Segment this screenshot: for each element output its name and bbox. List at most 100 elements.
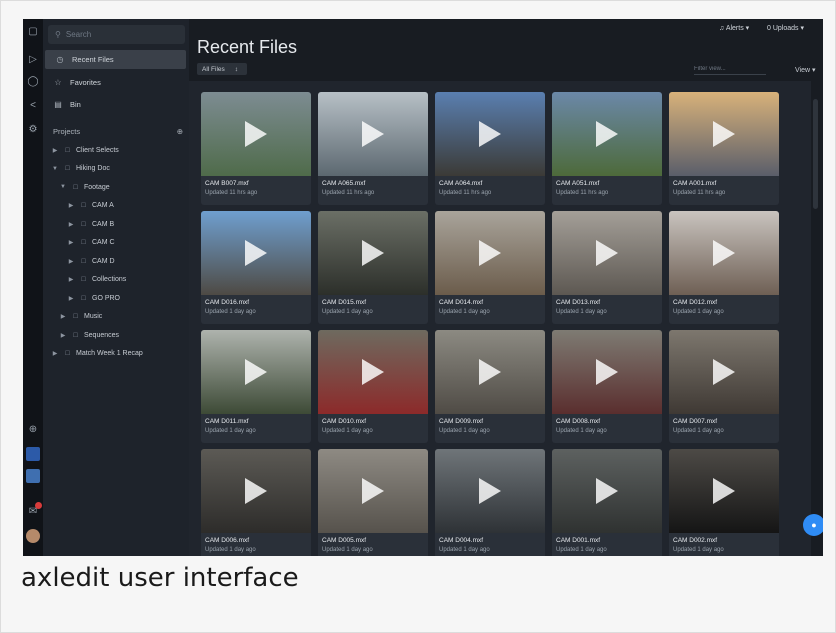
file-card[interactable]: CAM B007.mxf Updated 11 hrs ago [201, 92, 311, 205]
file-card[interactable]: CAM D001.mxf Updated 1 day ago [552, 449, 662, 556]
caret-right-icon[interactable]: ▶ [67, 276, 75, 283]
video-thumbnail[interactable] [552, 449, 662, 533]
uploads-button[interactable]: 0 Uploads ▾ [767, 24, 804, 32]
play-icon[interactable] [479, 240, 501, 266]
caret-right-icon[interactable]: ▶ [67, 239, 75, 246]
video-thumbnail[interactable] [669, 330, 779, 414]
inbox-icon[interactable]: ✉ [26, 502, 42, 519]
avatar[interactable] [26, 529, 40, 543]
tree-item[interactable]: ▶ □ Collections [67, 273, 127, 287]
file-icon[interactable]: ▢ [26, 25, 40, 39]
caret-right-icon[interactable]: ▶ [67, 258, 75, 265]
play-icon[interactable] [362, 121, 384, 147]
scrollbar[interactable] [813, 99, 818, 209]
video-thumbnail[interactable] [201, 449, 311, 533]
video-thumbnail[interactable] [552, 92, 662, 176]
play-icon[interactable] [713, 359, 735, 385]
video-thumbnail[interactable] [669, 211, 779, 295]
nav-item-favorites[interactable]: ☆ Favorites [43, 73, 187, 92]
play-icon[interactable] [713, 240, 735, 266]
tree-item[interactable]: ▶ □ CAM B [67, 217, 114, 231]
tree-item[interactable]: ▼ □ Footage [59, 180, 110, 194]
caret-right-icon[interactable]: ▶ [67, 295, 75, 302]
video-thumbnail[interactable] [435, 330, 545, 414]
video-thumbnail[interactable] [201, 330, 311, 414]
play-icon[interactable] [245, 121, 267, 147]
file-card[interactable]: CAM A001.mxf Updated 11 hrs ago [669, 92, 779, 205]
caret-right-icon[interactable]: ▶ [51, 147, 59, 154]
play-icon[interactable] [479, 359, 501, 385]
chat-support-button[interactable]: ● [803, 514, 823, 536]
play-icon[interactable] [362, 478, 384, 504]
play-icon[interactable] [245, 359, 267, 385]
gear-icon[interactable]: ⚙ [26, 123, 40, 137]
video-thumbnail[interactable] [318, 449, 428, 533]
play-icon[interactable] [362, 240, 384, 266]
file-card[interactable]: CAM A065.mxf Updated 11 hrs ago [318, 92, 428, 205]
tree-item[interactable]: ▶ □ Music [59, 310, 103, 324]
file-card[interactable]: CAM D007.mxf Updated 1 day ago [669, 330, 779, 443]
nav-item-bin[interactable]: ▤ Bin [43, 95, 187, 114]
nav-item-recent-files[interactable]: ◷ Recent Files [45, 50, 186, 69]
file-card[interactable]: CAM A051.mxf Updated 11 hrs ago [552, 92, 662, 205]
caret-right-icon[interactable]: ▶ [51, 350, 59, 357]
file-card[interactable]: CAM D005.mxf Updated 1 day ago [318, 449, 428, 556]
share-icon[interactable]: < [26, 99, 40, 113]
add-project-icon[interactable]: ⊕ [177, 127, 183, 136]
play-icon[interactable] [245, 478, 267, 504]
video-thumbnail[interactable] [669, 449, 779, 533]
tree-item[interactable]: ▼ □ Hiking Doc [51, 162, 110, 176]
play-icon[interactable] [245, 240, 267, 266]
caret-right-icon[interactable]: ▶ [59, 313, 67, 320]
search-input[interactable]: ⚲ Search [48, 25, 185, 44]
caret-right-icon[interactable]: ▶ [67, 202, 75, 209]
caret-down-icon[interactable]: ▼ [51, 166, 59, 172]
play-icon[interactable] [713, 121, 735, 147]
video-thumbnail[interactable] [318, 211, 428, 295]
file-card[interactable]: CAM D008.mxf Updated 1 day ago [552, 330, 662, 443]
video-thumbnail[interactable] [669, 92, 779, 176]
video-thumbnail[interactable] [318, 330, 428, 414]
play-icon[interactable] [362, 359, 384, 385]
tree-item[interactable]: ▶ □ CAM D [67, 254, 115, 268]
tree-item[interactable]: ▶ □ CAM C [67, 236, 115, 250]
play-icon[interactable] [596, 359, 618, 385]
file-card[interactable]: CAM D016.mxf Updated 1 day ago [201, 211, 311, 324]
file-card[interactable]: CAM A064.mxf Updated 11 hrs ago [435, 92, 545, 205]
video-thumbnail[interactable] [552, 211, 662, 295]
video-thumbnail[interactable] [201, 211, 311, 295]
play-icon[interactable] [596, 478, 618, 504]
file-card[interactable]: CAM D009.mxf Updated 1 day ago [435, 330, 545, 443]
file-card[interactable]: CAM D011.mxf Updated 1 day ago [201, 330, 311, 443]
play-icon[interactable] [713, 478, 735, 504]
tree-item[interactable]: ▶ □ Client Selects [51, 143, 119, 157]
file-card[interactable]: CAM D006.mxf Updated 1 day ago [201, 449, 311, 556]
tree-item[interactable]: ▶ □ GO PRO [67, 291, 120, 305]
play-circle-icon[interactable]: ▷ [26, 53, 40, 67]
add-icon[interactable]: ⊕ [26, 423, 40, 437]
caret-down-icon[interactable]: ▼ [59, 184, 67, 190]
play-icon[interactable] [479, 478, 501, 504]
tree-item[interactable]: ▶ □ Match Week 1 Recap [51, 347, 143, 361]
chat-icon[interactable]: ◯ [26, 75, 40, 89]
file-filter-select[interactable]: All Files ↕ [197, 63, 247, 75]
video-thumbnail[interactable] [435, 92, 545, 176]
workspace-thumbnail[interactable] [26, 469, 40, 483]
view-menu-button[interactable]: View ▾ [795, 66, 816, 74]
video-thumbnail[interactable] [318, 92, 428, 176]
alerts-button[interactable]: ♫ Alerts ▾ [719, 24, 749, 32]
filter-view-input[interactable] [694, 64, 766, 75]
caret-right-icon[interactable]: ▶ [59, 332, 67, 339]
play-icon[interactable] [479, 121, 501, 147]
video-thumbnail[interactable] [201, 92, 311, 176]
file-card[interactable]: CAM D004.mxf Updated 1 day ago [435, 449, 545, 556]
tree-item[interactable]: ▶ □ CAM A [67, 199, 114, 213]
file-card[interactable]: CAM D002.mxf Updated 1 day ago [669, 449, 779, 556]
file-card[interactable]: CAM D013.mxf Updated 1 day ago [552, 211, 662, 324]
video-thumbnail[interactable] [435, 449, 545, 533]
file-card[interactable]: CAM D014.mxf Updated 1 day ago [435, 211, 545, 324]
video-thumbnail[interactable] [552, 330, 662, 414]
caret-right-icon[interactable]: ▶ [67, 221, 75, 228]
tree-item[interactable]: ▶ □ Sequences [59, 328, 119, 342]
file-card[interactable]: CAM D010.mxf Updated 1 day ago [318, 330, 428, 443]
